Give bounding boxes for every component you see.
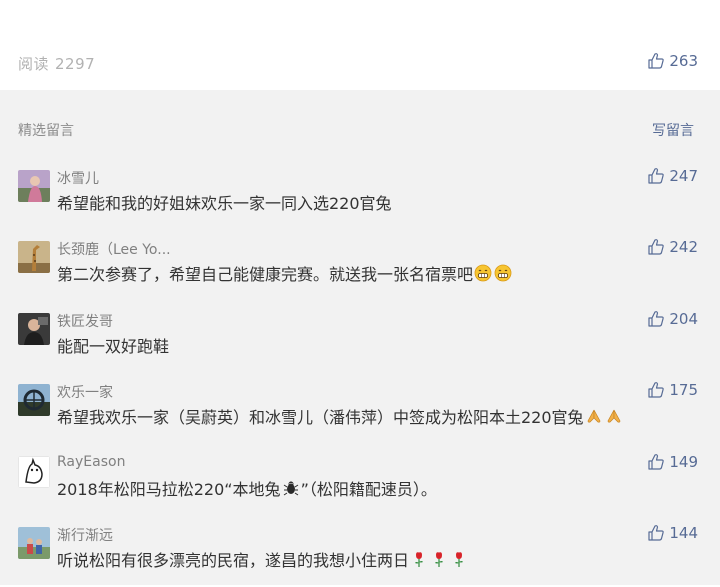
comment-text: 第二次参赛了，希望自己能健康完赛。就送我一张名宿票吧 bbox=[57, 261, 513, 285]
thumbs-up-icon bbox=[647, 238, 665, 256]
comment-like-count: 247 bbox=[669, 167, 698, 185]
comment-body: 听说松阳有很多漂亮的民宿，遂昌的我想小住两日 bbox=[57, 551, 410, 570]
pray-emoji bbox=[605, 407, 623, 425]
thumbs-up-icon bbox=[647, 453, 665, 471]
section-title: 精选留言 bbox=[18, 123, 74, 139]
comment-body: 第二次参赛了，希望自己能健康完赛。就送我一张名宿票吧 bbox=[57, 265, 474, 284]
grin-emoji bbox=[474, 264, 492, 282]
comment-like-button[interactable]: 144 bbox=[647, 524, 698, 542]
article-like-count: 263 bbox=[669, 52, 698, 70]
pray-emoji bbox=[585, 407, 603, 425]
comment-nickname: 长颈鹿（Lee Yo... bbox=[57, 242, 171, 258]
grin-emoji bbox=[494, 264, 512, 282]
comment-section: 精选留言 写留言 冰雪儿 希望能和我的好姐妹欢乐一家一同入选220官兔 247 bbox=[0, 90, 720, 585]
comment-like-count: 242 bbox=[669, 238, 698, 256]
comment-body: 2018年松阳马拉松220“本地兔 bbox=[57, 480, 281, 499]
comment-nickname: 铁匠发哥 bbox=[57, 314, 113, 330]
thumbs-up-icon bbox=[647, 524, 665, 542]
article-footer: 阅读 2297 263 bbox=[0, 0, 720, 90]
avatar[interactable] bbox=[18, 170, 50, 202]
comment-nickname: 冰雪儿 bbox=[57, 171, 99, 187]
thumbs-up-icon bbox=[647, 381, 665, 399]
rose-emoji bbox=[450, 550, 468, 568]
comment-item: 长颈鹿（Lee Yo... 第二次参赛了，希望自己能健康完赛。就送我一张名宿票吧… bbox=[18, 238, 698, 301]
comment-nickname: RayEason bbox=[57, 454, 126, 470]
rose-emoji bbox=[430, 550, 448, 568]
comment-like-count: 149 bbox=[669, 453, 698, 471]
comment-section-header: 精选留言 写留言 bbox=[18, 120, 694, 140]
thumbs-up-icon bbox=[647, 167, 665, 185]
write-comment-link[interactable]: 写留言 bbox=[652, 120, 694, 140]
comment-body: 希望我欢乐一家（吴蔚英）和冰雪儿（潘伟萍）中签成为松阳本土220官兔 bbox=[57, 408, 584, 427]
bug-emoji bbox=[282, 479, 300, 497]
comment-text: 希望能和我的好姐妹欢乐一家一同入选220官兔 bbox=[57, 190, 392, 214]
comment-item: 欢乐一家 希望我欢乐一家（吴蔚英）和冰雪儿（潘伟萍）中签成为松阳本土220官兔 … bbox=[18, 381, 698, 444]
avatar[interactable] bbox=[18, 313, 50, 345]
comment-item: 铁匠发哥 能配一双好跑鞋 204 bbox=[18, 310, 698, 373]
article-like-button[interactable]: 263 bbox=[647, 52, 698, 70]
comment-nickname: 欢乐一家 bbox=[57, 385, 113, 401]
comment-body-cont: ”（松阳籍配速员）。 bbox=[300, 480, 437, 499]
avatar[interactable] bbox=[18, 527, 50, 559]
comment-text: 2018年松阳马拉松220“本地兔 ”（松阳籍配速员）。 bbox=[57, 476, 437, 500]
thumbs-up-icon bbox=[647, 52, 665, 70]
read-label: 阅读 bbox=[18, 55, 50, 73]
avatar[interactable] bbox=[18, 456, 50, 488]
read-count: 阅读 2297 bbox=[18, 53, 95, 74]
comment-text: 能配一双好跑鞋 bbox=[57, 333, 169, 357]
comment-body: 希望能和我的好姐妹欢乐一家一同入选220官兔 bbox=[57, 194, 392, 213]
thumbs-up-icon bbox=[647, 310, 665, 328]
read-count-value: 2297 bbox=[55, 55, 96, 73]
comment-text: 希望我欢乐一家（吴蔚英）和冰雪儿（潘伟萍）中签成为松阳本土220官兔 bbox=[57, 404, 624, 428]
comment-item: 冰雪儿 希望能和我的好姐妹欢乐一家一同入选220官兔 247 bbox=[18, 167, 698, 230]
avatar[interactable] bbox=[18, 241, 50, 273]
comment-like-button[interactable]: 149 bbox=[647, 453, 698, 471]
comment-like-count: 175 bbox=[669, 381, 698, 399]
comment-like-button[interactable]: 247 bbox=[647, 167, 698, 185]
comment-text: 听说松阳有很多漂亮的民宿，遂昌的我想小住两日 bbox=[57, 547, 469, 571]
comment-item: 渐行渐远 听说松阳有很多漂亮的民宿，遂昌的我想小住两日 144 bbox=[18, 524, 698, 587]
comment-item: RayEason 2018年松阳马拉松220“本地兔 ”（松阳籍配速员）。 14… bbox=[18, 453, 698, 516]
comment-body: 能配一双好跑鞋 bbox=[57, 337, 170, 356]
avatar[interactable] bbox=[18, 384, 50, 416]
comment-like-count: 144 bbox=[669, 524, 698, 542]
comment-like-button[interactable]: 175 bbox=[647, 381, 698, 399]
rose-emoji bbox=[410, 550, 428, 568]
comment-like-button[interactable]: 204 bbox=[647, 310, 698, 328]
comment-like-button[interactable]: 242 bbox=[647, 238, 698, 256]
comment-nickname: 渐行渐远 bbox=[57, 528, 113, 544]
comment-like-count: 204 bbox=[669, 310, 698, 328]
